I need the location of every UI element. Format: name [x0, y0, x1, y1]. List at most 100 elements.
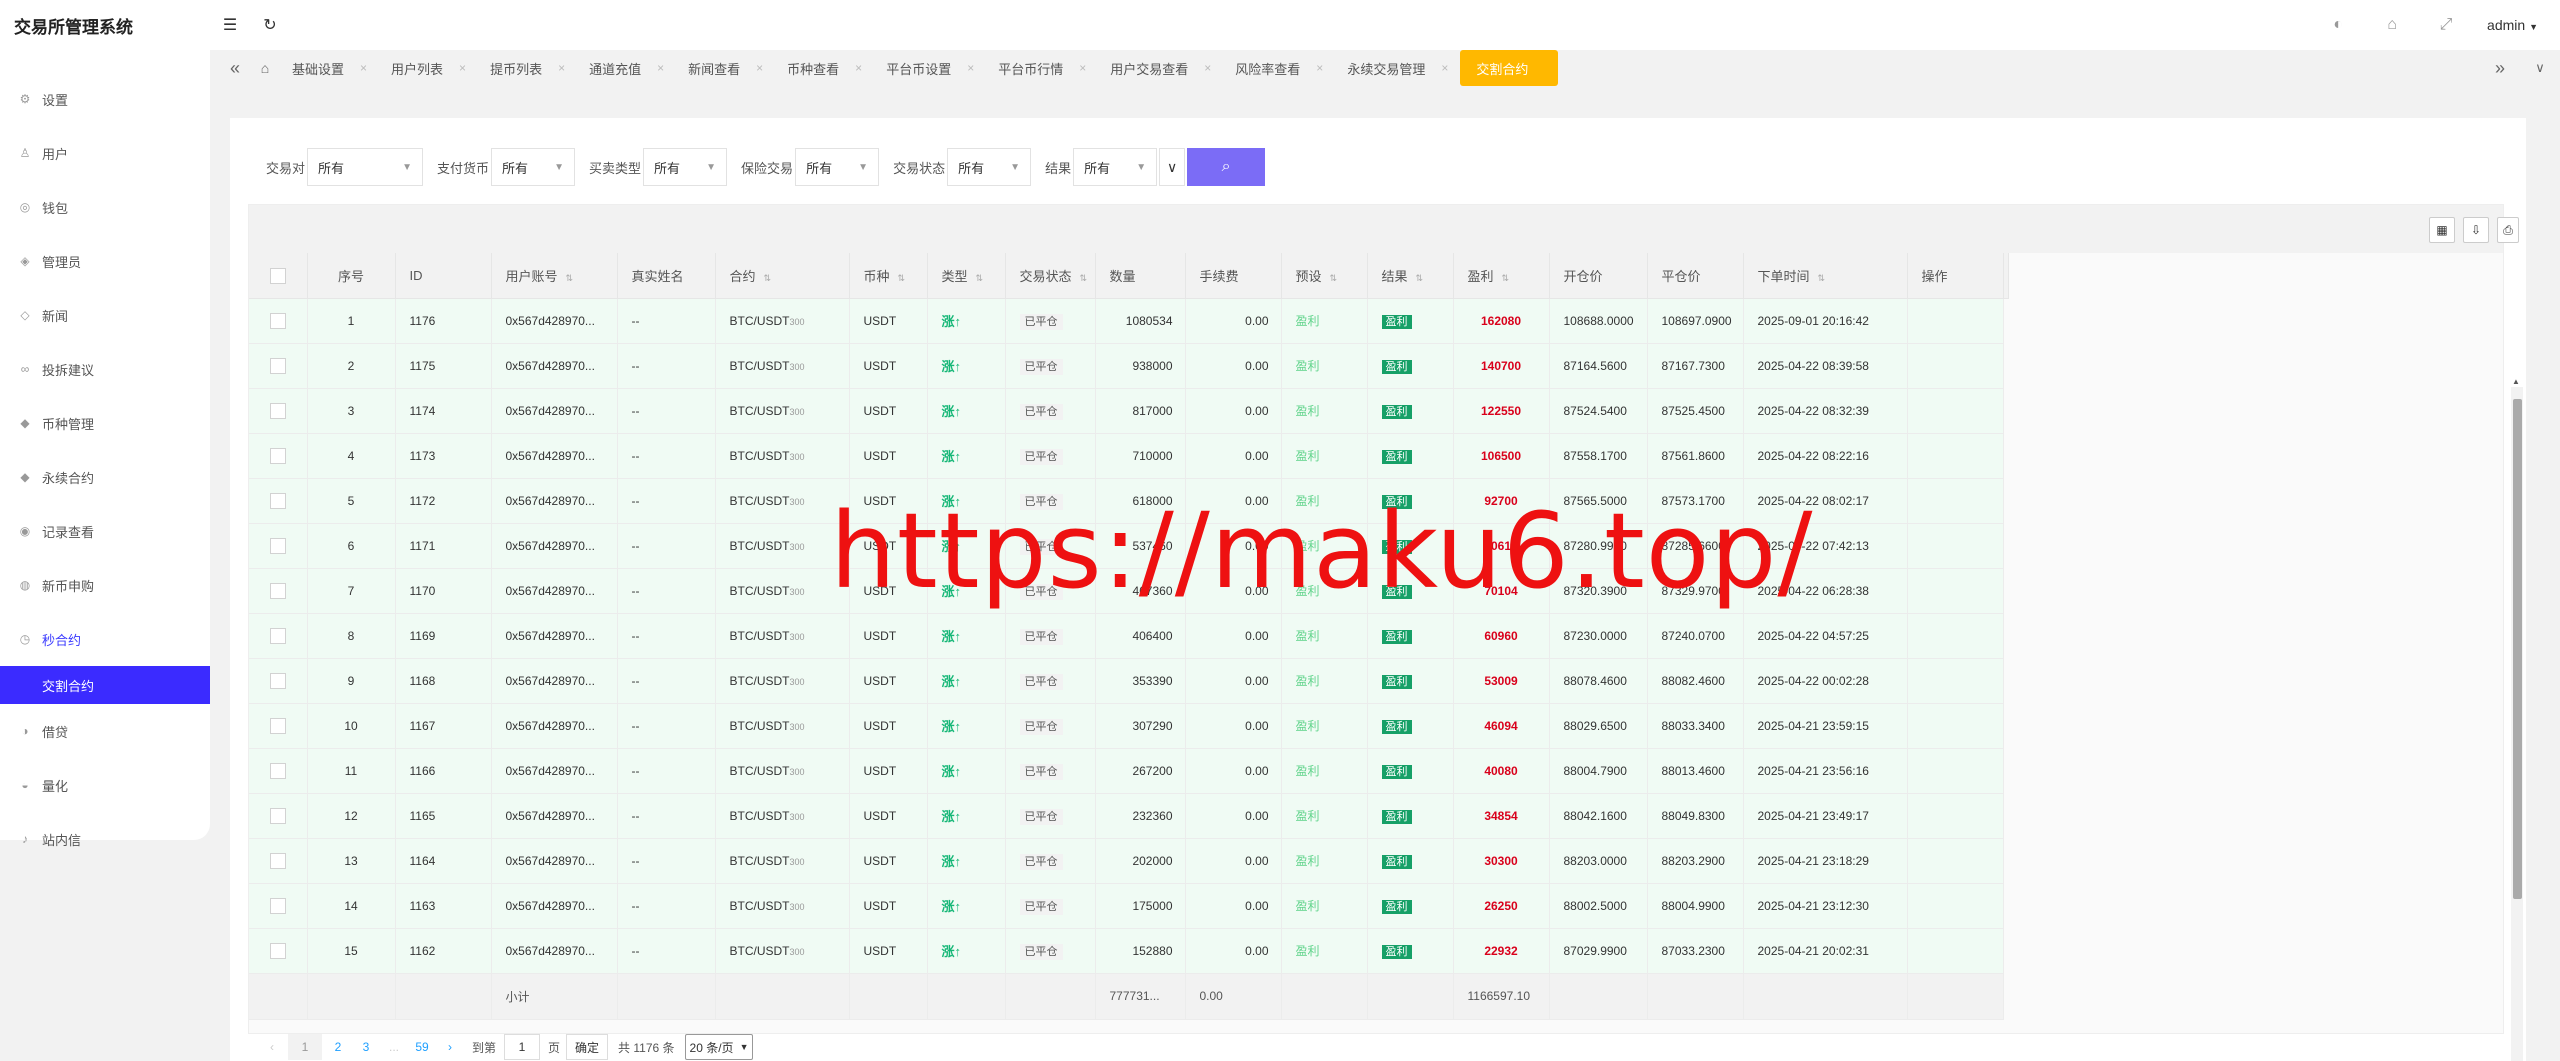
close-icon[interactable]: ×: [855, 61, 862, 75]
table-row[interactable]: 6 1171 0x567d428970... -- BTC/USDT300 USDT 涨↑ 已…: [249, 523, 2009, 569]
sort-icon[interactable]: ⇅: [1818, 273, 1826, 283]
tab-menu-chevron-icon[interactable]: ∨: [2520, 60, 2560, 76]
sort-icon[interactable]: ⇅: [1330, 273, 1338, 283]
close-icon[interactable]: ×: [657, 61, 664, 75]
print-icon[interactable]: ⎙: [2497, 217, 2519, 243]
tab-item[interactable]: 基础设置 ×: [280, 50, 379, 86]
home-icon[interactable]: ⌂: [250, 60, 280, 76]
export-icon[interactable]: ⇩: [2463, 217, 2489, 243]
tab-item[interactable]: 用户列表 ×: [379, 50, 478, 86]
table-row[interactable]: 2 1175 0x567d428970... -- BTC/USDT300 USDT 涨↑ 已…: [249, 343, 2009, 389]
columns-icon[interactable]: ▦: [2429, 217, 2455, 243]
sort-icon[interactable]: ⇅: [566, 273, 574, 283]
sort-icon[interactable]: ⇅: [1080, 273, 1088, 283]
close-icon[interactable]: ×: [967, 61, 974, 75]
sidebar-item-items0[interactable]: ⚙ 设置: [0, 72, 210, 126]
sidebar-item-items9[interactable]: ◍ 新币申购: [0, 558, 210, 612]
table-row[interactable]: 8 1169 0x567d428970... -- BTC/USDT300 USDT 涨↑ 已…: [249, 613, 2009, 659]
prev-page-icon[interactable]: ‹: [260, 1034, 284, 1060]
menu-icon[interactable]: ☰: [210, 0, 250, 50]
column-header[interactable]: 币种 ⇅: [849, 253, 928, 299]
close-icon[interactable]: ×: [1204, 61, 1211, 75]
page-number[interactable]: 1: [288, 1034, 322, 1060]
table-row[interactable]: 13 1164 0x567d428970... -- BTC/USDT300 USDT 涨↑…: [249, 838, 2009, 884]
column-header[interactable]: 下单时间 ⇅: [1743, 253, 1908, 299]
column-header[interactable]: 结果 ⇅: [1367, 253, 1454, 299]
page-number[interactable]: 59: [410, 1034, 434, 1060]
sidebar-item-items6[interactable]: ◆ 币种管理: [0, 396, 210, 450]
row-checkbox[interactable]: [269, 582, 286, 599]
tab-item[interactable]: 币种查看 ×: [775, 50, 874, 86]
sidebar-item-items10[interactable]: ◷ 秒合约: [0, 612, 210, 666]
table-row[interactable]: 11 1166 0x567d428970... -- BTC/USDT300 USDT 涨↑…: [249, 748, 2009, 794]
row-checkbox[interactable]: [269, 402, 286, 419]
row-checkbox[interactable]: [269, 672, 286, 689]
column-header[interactable]: 合约 ⇅: [715, 253, 850, 299]
filter-select[interactable]: 所有 ▼: [491, 148, 576, 186]
sort-icon[interactable]: ⇅: [1416, 273, 1424, 283]
scroll-up-icon[interactable]: ▲: [2512, 377, 2520, 386]
sidebar-item-items_after2[interactable]: ♪ 站内信: [0, 812, 210, 866]
filter-select[interactable]: 所有 ▼: [947, 148, 1032, 186]
page-number[interactable]: 3: [354, 1034, 378, 1060]
column-header[interactable]: 类型 ⇅: [927, 253, 1006, 299]
tab-active[interactable]: 交割合约: [1460, 50, 1559, 86]
close-icon[interactable]: ×: [1316, 61, 1323, 75]
row-checkbox[interactable]: [269, 537, 286, 554]
table-row[interactable]: 12 1165 0x567d428970... -- BTC/USDT300 USDT 涨↑…: [249, 793, 2009, 839]
close-icon[interactable]: ×: [459, 61, 466, 75]
palette-icon[interactable]: ◐: [2311, 0, 2365, 50]
tab-item[interactable]: 平台币行情 ×: [986, 50, 1098, 86]
next-page-icon[interactable]: ›: [438, 1034, 462, 1060]
close-icon[interactable]: ×: [360, 61, 367, 75]
close-icon[interactable]: ×: [558, 61, 565, 75]
row-checkbox[interactable]: [269, 942, 286, 959]
tag-icon[interactable]: ⌂: [2365, 0, 2419, 50]
column-header[interactable]: 用户账号 ⇅: [491, 253, 618, 299]
filter-select[interactable]: 所有 ▼: [1073, 148, 1158, 186]
filter-select[interactable]: 所有 ▼: [307, 148, 424, 186]
tab-item[interactable]: 风险率查看 ×: [1223, 50, 1335, 86]
table-row[interactable]: 15 1162 0x567d428970... -- BTC/USDT300 USDT 涨↑…: [249, 928, 2009, 974]
column-header[interactable]: 交易状态 ⇅: [1005, 253, 1096, 299]
close-icon[interactable]: ×: [1441, 61, 1448, 75]
sidebar-item-items2[interactable]: ◎ 钱包: [0, 180, 210, 234]
goto-page-input[interactable]: 1: [504, 1034, 541, 1060]
select-all-checkbox[interactable]: [269, 267, 286, 284]
close-icon[interactable]: ×: [1079, 61, 1086, 75]
refresh-icon[interactable]: ↻: [250, 0, 290, 50]
close-icon[interactable]: ×: [756, 61, 763, 75]
sidebar-item-items7[interactable]: ◆ 永续合约: [0, 450, 210, 504]
table-row[interactable]: 9 1168 0x567d428970... -- BTC/USDT300 USDT 涨↑ 已…: [249, 658, 2009, 704]
row-checkbox[interactable]: [269, 492, 286, 509]
table-row[interactable]: 1 1176 0x567d428970... -- BTC/USDT300 USDT 涨↑ 已…: [249, 298, 2009, 344]
table-scrollbar[interactable]: ▲ ▼: [2511, 377, 2523, 1061]
sidebar-item-items8[interactable]: ◉ 记录查看: [0, 504, 210, 558]
tab-scroll-left-icon[interactable]: «: [220, 58, 250, 79]
row-checkbox[interactable]: [269, 807, 286, 824]
sort-icon[interactable]: ⇅: [1502, 273, 1510, 283]
tab-item[interactable]: 平台币设置 ×: [874, 50, 986, 86]
sidebar-item-items1[interactable]: ♙ 用户: [0, 126, 210, 180]
sidebar-subitem-delivery-contract[interactable]: 交割合约: [0, 666, 210, 704]
row-checkbox[interactable]: [269, 717, 286, 734]
filter-toggle-chevron-icon[interactable]: ∨: [1159, 148, 1186, 186]
scrollbar-thumb[interactable]: [2513, 399, 2522, 899]
sidebar-item-items_after1[interactable]: ◒ 量化: [0, 758, 210, 812]
sidebar-item-items5[interactable]: ∞ 投拆建议: [0, 342, 210, 396]
filter-select[interactable]: 所有 ▼: [643, 148, 728, 186]
row-checkbox[interactable]: [269, 312, 286, 329]
row-checkbox[interactable]: [269, 357, 286, 374]
table-row[interactable]: 4 1173 0x567d428970... -- BTC/USDT300 USDT 涨↑ 已…: [249, 433, 2009, 479]
tab-item[interactable]: 用户交易查看 ×: [1098, 50, 1223, 86]
tab-item[interactable]: 通道充值 ×: [577, 50, 676, 86]
sort-icon[interactable]: ⇅: [976, 273, 984, 283]
admin-menu[interactable]: admin ▼: [2473, 17, 2560, 33]
filter-select[interactable]: 所有 ▼: [795, 148, 880, 186]
tab-item[interactable]: 提币列表 ×: [478, 50, 577, 86]
column-header[interactable]: 预设 ⇅: [1281, 253, 1368, 299]
sidebar-item-items3[interactable]: ◈ 管理员: [0, 234, 210, 288]
tab-item[interactable]: 永续交易管理 ×: [1335, 50, 1460, 86]
sort-icon[interactable]: ⇅: [898, 273, 906, 283]
sidebar-item-items4[interactable]: ◇ 新闻: [0, 288, 210, 342]
